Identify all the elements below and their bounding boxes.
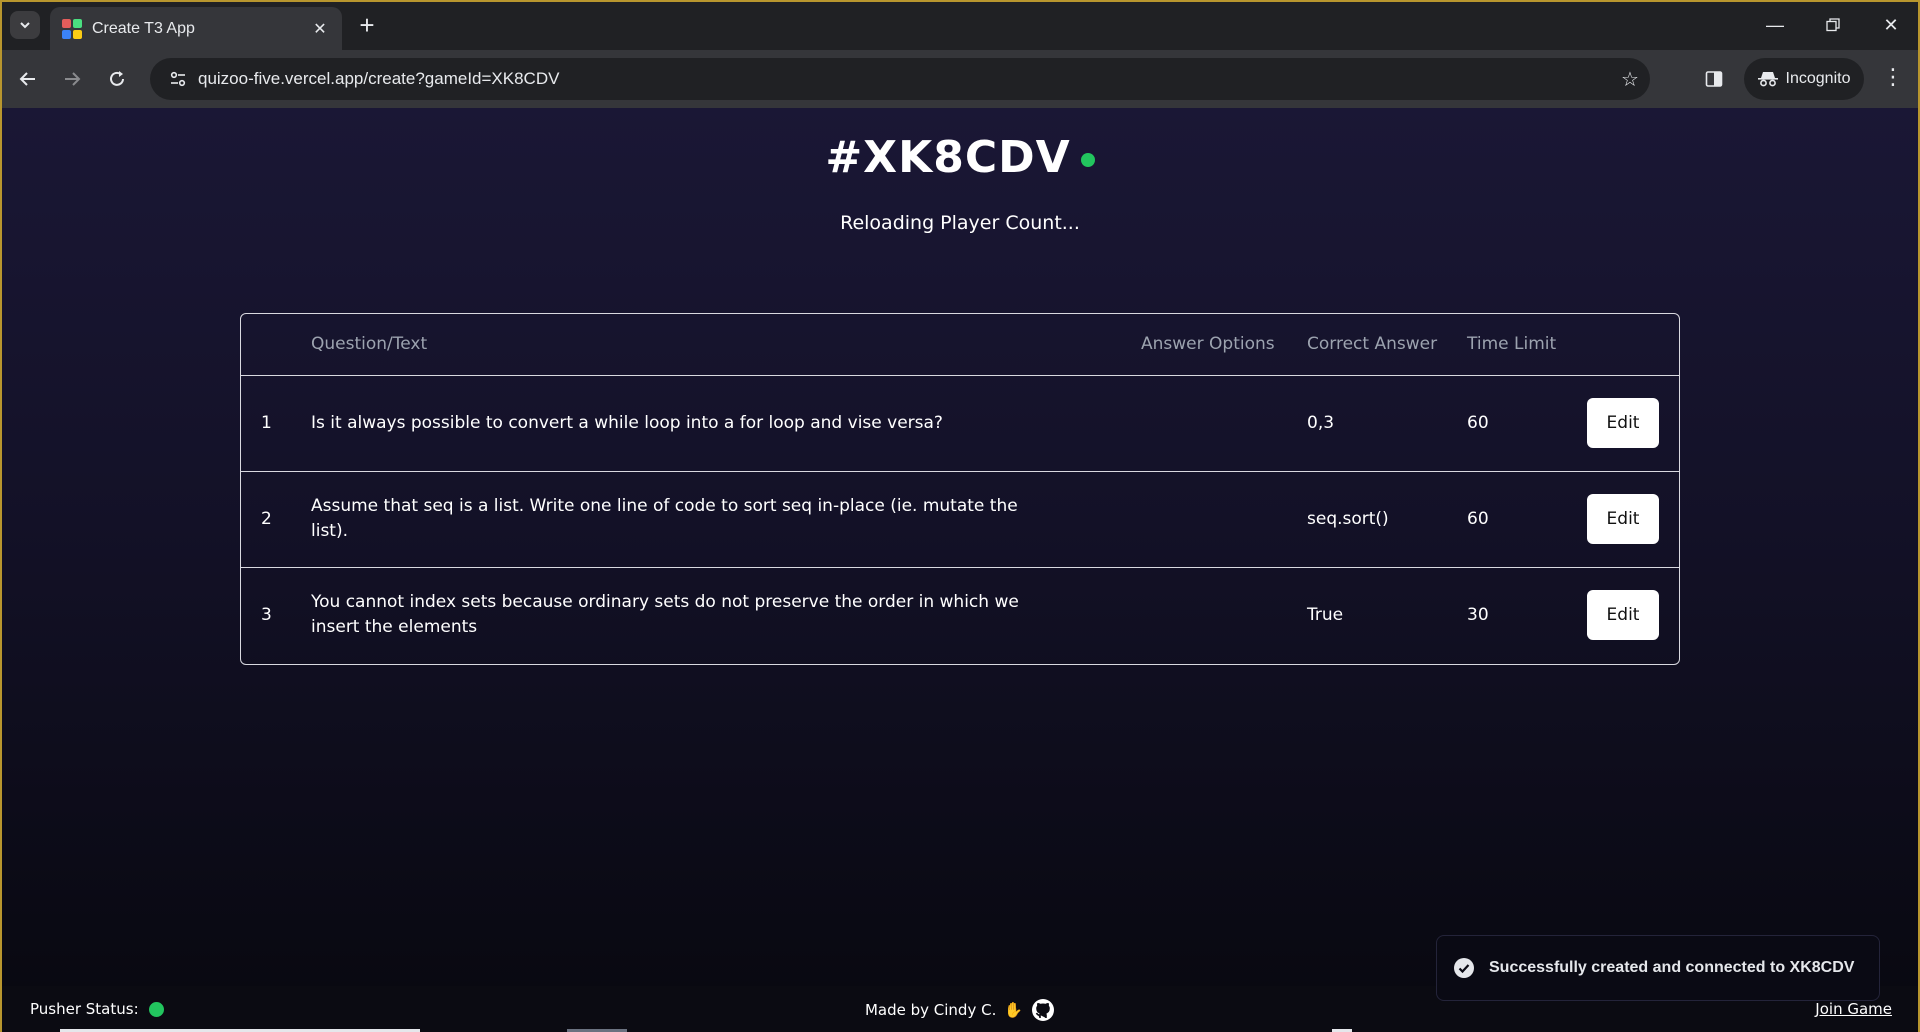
- back-arrow-icon[interactable]: [12, 63, 44, 95]
- header-action: [1587, 314, 1679, 375]
- edit-button[interactable]: Edit: [1587, 590, 1659, 641]
- row-time-limit: 30: [1467, 604, 1489, 625]
- close-tab-icon[interactable]: ✕: [310, 19, 330, 39]
- incognito-icon: [1757, 72, 1778, 87]
- new-tab-button[interactable]: +: [352, 10, 382, 40]
- browser-toolbar: quizoo-five.vercel.app/create?gameId=XK8…: [0, 50, 1920, 108]
- toast-message: Successfully created and connected to XK…: [1489, 959, 1855, 976]
- row-answer-options: [1141, 471, 1307, 567]
- row-correct-answer: seq.sort(): [1307, 508, 1389, 529]
- reload-icon[interactable]: [101, 63, 133, 95]
- tab-title: Create T3 App: [92, 19, 195, 37]
- row-time-limit: 60: [1467, 412, 1489, 433]
- chevron-down-icon: [20, 22, 30, 29]
- favicon-icon: [62, 18, 82, 39]
- forward-arrow-icon[interactable]: [56, 63, 88, 95]
- address-bar[interactable]: quizoo-five.vercel.app/create?gameId=XK8…: [150, 58, 1650, 100]
- minimize-icon[interactable]: —: [1746, 0, 1804, 50]
- connection-status-dot: [1080, 152, 1095, 167]
- questions-table: Question/Text Answer Options Correct Ans…: [240, 313, 1680, 665]
- row-question: You cannot index sets because ordinary s…: [311, 592, 1019, 638]
- header-correct-answer: Correct Answer: [1307, 333, 1438, 354]
- game-code-title: #XK8CDV: [825, 132, 1071, 183]
- bookmark-star-icon[interactable]: ☆: [1610, 67, 1650, 92]
- check-circle-icon: [1454, 958, 1474, 978]
- incognito-label: Incognito: [1785, 70, 1851, 87]
- table-header-row: Question/Text Answer Options Correct Ans…: [241, 314, 1679, 375]
- restore-icon[interactable]: [1804, 0, 1862, 50]
- success-toast[interactable]: Successfully created and connected to XK…: [1436, 935, 1880, 1001]
- window-controls: — ✕: [1746, 0, 1920, 50]
- browser-tab[interactable]: Create T3 App ✕: [50, 7, 342, 50]
- player-count-text: Reloading Player Count...: [840, 212, 1080, 234]
- edit-button[interactable]: Edit: [1587, 494, 1659, 544]
- row-time-limit: 60: [1467, 508, 1489, 529]
- row-correct-answer: 0,3: [1307, 412, 1335, 433]
- page-content: #XK8CDV Reloading Player Count... Questi…: [2, 108, 1918, 1032]
- row-number: 1: [261, 412, 272, 433]
- browser-menu-icon[interactable]: ⋮: [1878, 64, 1908, 90]
- row-answer-options: [1141, 375, 1307, 471]
- row-answer-options: [1141, 567, 1307, 663]
- header-answer-options: Answer Options: [1141, 333, 1275, 354]
- row-correct-answer: True: [1307, 604, 1344, 625]
- row-question: Is it always possible to convert a while…: [311, 412, 943, 433]
- site-settings-icon[interactable]: [158, 69, 198, 89]
- incognito-profile-button[interactable]: Incognito: [1744, 58, 1864, 100]
- edit-button[interactable]: Edit: [1587, 398, 1659, 448]
- header-number: [241, 314, 311, 375]
- tab-strip: Create T3 App ✕ + — ✕: [0, 0, 1920, 50]
- table-row: 3 You cannot index sets because ordinary…: [241, 567, 1679, 663]
- made-by-credit: Made by Cindy C. ✋: [2, 998, 1918, 1022]
- url-text[interactable]: quizoo-five.vercel.app/create?gameId=XK8…: [198, 69, 1610, 89]
- github-icon[interactable]: [1031, 998, 1055, 1022]
- header-question: Question/Text: [311, 333, 428, 354]
- game-header: #XK8CDV: [2, 132, 1918, 183]
- table-row: 1 Is it always possible to convert a whi…: [241, 375, 1679, 471]
- row-number: 3: [261, 604, 272, 625]
- header-time-limit: Time Limit: [1467, 333, 1557, 354]
- join-game-link[interactable]: Join Game: [1815, 1000, 1892, 1018]
- made-by-text: Made by Cindy C.: [864, 1001, 997, 1019]
- close-window-icon[interactable]: ✕: [1862, 0, 1920, 50]
- side-panel-icon[interactable]: [1700, 65, 1728, 93]
- row-question: Assume that seq is a list. Write one lin…: [311, 496, 1018, 541]
- table-row: 2 Assume that seq is a list. Write one l…: [241, 471, 1679, 567]
- row-number: 2: [261, 508, 272, 529]
- tab-search-button[interactable]: [10, 11, 40, 39]
- hand-emoji-icon: ✋: [1004, 1001, 1024, 1019]
